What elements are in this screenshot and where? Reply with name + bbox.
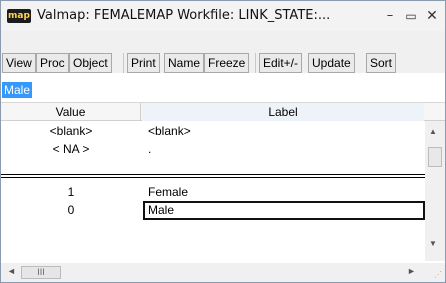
vertical-scroll-thumb[interactable] [428, 147, 442, 167]
section-divider [1, 174, 425, 175]
proc-button[interactable]: Proc [36, 53, 69, 73]
label-cell[interactable]: Female [148, 183, 418, 201]
table-row[interactable]: <blank> <blank> [1, 122, 425, 140]
table-row[interactable]: 1 Female [1, 183, 425, 201]
label-column-header[interactable]: Label [142, 103, 424, 121]
toolbar: View Proc Object Print Name Freeze Edit+… [1, 31, 445, 73]
print-button[interactable]: Print [127, 53, 160, 73]
vertical-scrollbar[interactable]: ▲ ▼ [425, 121, 445, 261]
label-cell[interactable]: Male [148, 201, 418, 219]
scroll-right-icon[interactable]: ► [407, 266, 416, 276]
object-button[interactable]: Object [69, 53, 112, 73]
value-column-header[interactable]: Value [1, 103, 141, 121]
name-button[interactable]: Name [164, 53, 205, 73]
edit-button[interactable]: Edit+/- [259, 53, 303, 73]
toolbar-separator [123, 53, 124, 73]
value-cell[interactable]: <blank> [1, 122, 141, 140]
table-row[interactable]: < NA > . [1, 140, 425, 158]
resize-corner[interactable]: ⋰ [425, 263, 445, 282]
value-cell[interactable]: < NA > [1, 140, 141, 158]
resize-grip-icon[interactable]: ⋰ [434, 270, 442, 279]
section-divider [1, 177, 425, 178]
horizontal-scrollbar[interactable]: ◄ III ► [1, 263, 425, 282]
view-button[interactable]: View [2, 53, 36, 73]
scroll-down-icon[interactable]: ▼ [429, 239, 437, 248]
label-cell[interactable]: <blank> [148, 122, 418, 140]
value-cell[interactable]: 0 [1, 201, 141, 219]
close-button[interactable]: ✕ [423, 7, 441, 25]
label-cell[interactable]: . [148, 140, 418, 158]
grid-header: Value Label [1, 102, 445, 121]
toolbar-separator [255, 53, 256, 73]
sort-button[interactable]: Sort [366, 53, 397, 73]
scroll-up-icon[interactable]: ▲ [429, 127, 437, 136]
update-button[interactable]: Update [308, 53, 355, 73]
valmap-window: map Valmap: FEMALEMAP Workfile: LINK_STA… [0, 0, 446, 283]
title-bar[interactable]: map Valmap: FEMALEMAP Workfile: LINK_STA… [1, 1, 445, 31]
edit-line-value[interactable]: Male [2, 82, 33, 98]
window-title: Valmap: FEMALEMAP Workfile: LINK_STATE:.… [37, 8, 331, 23]
maximize-button[interactable]: ▭ [402, 7, 420, 25]
table-row[interactable]: 0 Male [1, 201, 425, 219]
minimize-button[interactable]: – [381, 7, 399, 25]
value-cell[interactable]: 1 [1, 183, 141, 201]
scroll-left-icon[interactable]: ◄ [7, 266, 16, 276]
edit-line[interactable]: Male [1, 80, 445, 101]
map-icon: map [7, 9, 31, 23]
horizontal-scroll-thumb[interactable]: III [21, 266, 61, 279]
freeze-button[interactable]: Freeze [204, 53, 250, 73]
